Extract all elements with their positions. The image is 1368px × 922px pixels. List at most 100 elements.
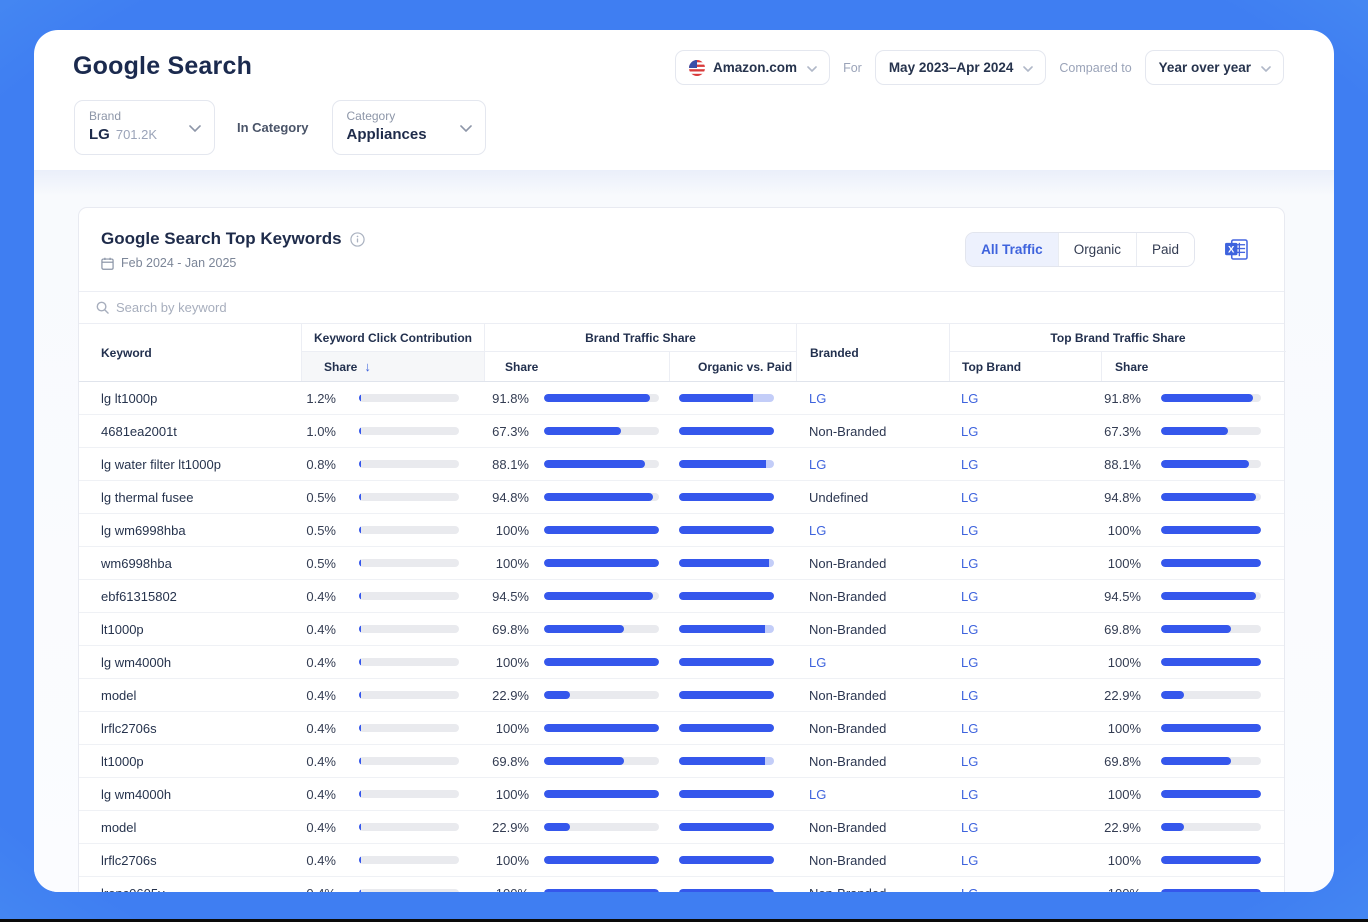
tab-all-traffic[interactable]: All Traffic	[966, 233, 1058, 266]
table-row[interactable]: lt1000p0.4%69.8%Non-BrandedLG69.8%	[79, 613, 1284, 646]
keyword-cell[interactable]: model	[79, 811, 301, 843]
column-header-branded[interactable]: Branded	[796, 324, 949, 381]
branded-value[interactable]: LG	[809, 787, 826, 802]
keyword-cell[interactable]: lg lt1000p	[79, 382, 301, 414]
top-brand-traffic-share-cell: 100%	[1101, 646, 1286, 678]
kcc-share-value: 0.4%	[301, 721, 336, 736]
table-row[interactable]: lg thermal fusee0.5%94.8%UndefinedLG94.8…	[79, 481, 1284, 514]
date-range-select[interactable]: May 2023–Apr 2024	[875, 50, 1047, 85]
top-brand-value[interactable]: LG	[961, 457, 978, 472]
table-row[interactable]: lronc0605v0.4%100%Non-BrandedLG100%	[79, 877, 1284, 892]
brand-select[interactable]: Brand LG 701.2K	[74, 100, 215, 155]
top-brand-traffic-share-cell: 94.5%	[1101, 580, 1286, 612]
brand-select-label: Brand	[89, 109, 202, 123]
comparison-value: Year over year	[1159, 60, 1251, 75]
keyword-cell[interactable]: lt1000p	[79, 745, 301, 777]
keyword-click-contribution-cell: 0.5%	[301, 481, 484, 513]
top-brand-value[interactable]: LG	[961, 787, 978, 802]
organic-vs-paid-cell	[669, 844, 796, 876]
top-brand-value[interactable]: LG	[961, 820, 978, 835]
keyword-click-contribution-cell: 0.5%	[301, 547, 484, 579]
tbts-share-value: 88.1%	[1101, 457, 1141, 472]
keyword-cell[interactable]: lt1000p	[79, 613, 301, 645]
column-header-organic-vs-paid[interactable]: Organic vs. Paid	[669, 352, 796, 381]
branded-value[interactable]: LG	[809, 457, 826, 472]
brand-traffic-share-cell: 100%	[484, 712, 669, 744]
keyword-cell[interactable]: lronc0605v	[79, 877, 301, 892]
top-brand-value[interactable]: LG	[961, 886, 978, 893]
keyword-cell[interactable]: lrflc2706s	[79, 844, 301, 876]
excel-export-icon[interactable]: X	[1225, 239, 1248, 260]
kcc-share-value: 0.4%	[301, 589, 336, 604]
brand-category-filters: Brand LG 701.2K In Category Category App…	[74, 100, 486, 155]
keyword-cell[interactable]: lg wm4000h	[79, 778, 301, 810]
table-row[interactable]: model0.4%22.9%Non-BrandedLG22.9%	[79, 811, 1284, 844]
for-label: For	[839, 61, 866, 75]
table-row[interactable]: lt1000p0.4%69.8%Non-BrandedLG69.8%	[79, 745, 1284, 778]
search-input[interactable]	[116, 300, 1262, 315]
branded-value[interactable]: LG	[809, 391, 826, 406]
branded-value: Non-Branded	[809, 688, 886, 703]
top-brand-value[interactable]: LG	[961, 754, 978, 769]
brand-traffic-share-cell: 100%	[484, 646, 669, 678]
table-row[interactable]: lg water filter lt1000p0.8%88.1%LGLG88.1…	[79, 448, 1284, 481]
tbts-share-value: 22.9%	[1101, 820, 1141, 835]
top-brand-value[interactable]: LG	[961, 490, 978, 505]
table-row[interactable]: lg wm6998hba0.5%100%LGLG100%	[79, 514, 1284, 547]
top-brand-value[interactable]: LG	[961, 589, 978, 604]
branded-cell: Non-Branded	[796, 712, 949, 744]
column-header-bts-share[interactable]: Share	[484, 352, 669, 381]
search-icon	[96, 301, 109, 314]
top-brand-value[interactable]: LG	[961, 556, 978, 571]
top-brand-value[interactable]: LG	[961, 622, 978, 637]
keyword-cell[interactable]: lg thermal fusee	[79, 481, 301, 513]
keyword-cell[interactable]: lg water filter lt1000p	[79, 448, 301, 480]
top-brand-value[interactable]: LG	[961, 523, 978, 538]
comparison-select[interactable]: Year over year	[1145, 50, 1284, 85]
table-row[interactable]: lg lt1000p1.2%91.8%LGLG91.8%	[79, 382, 1284, 415]
column-header-keyword[interactable]: Keyword	[79, 324, 301, 381]
table-row[interactable]: lrflc2706s0.4%100%Non-BrandedLG100%	[79, 844, 1284, 877]
table-row[interactable]: 4681ea2001t1.0%67.3%Non-BrandedLG67.3%	[79, 415, 1284, 448]
top-brand-traffic-share-cell: 100%	[1101, 844, 1286, 876]
sort-desc-icon[interactable]: ↓	[364, 359, 371, 374]
site-select[interactable]: Amazon.com	[675, 50, 830, 85]
table-row[interactable]: model0.4%22.9%Non-BrandedLG22.9%	[79, 679, 1284, 712]
keyword-cell[interactable]: lg wm4000h	[79, 646, 301, 678]
us-flag-icon	[689, 60, 705, 76]
category-select[interactable]: Category Appliances	[332, 100, 486, 155]
traffic-tabs: All TrafficOrganicPaid	[965, 232, 1195, 267]
tab-organic[interactable]: Organic	[1058, 233, 1136, 266]
tbts-share-bar	[1161, 526, 1261, 534]
column-header-tbts-share[interactable]: Share	[1101, 352, 1286, 381]
organic-vs-paid-bar	[679, 856, 774, 864]
keyword-cell[interactable]: 4681ea2001t	[79, 415, 301, 447]
column-header-kcc-share[interactable]: Share ↓	[301, 352, 484, 381]
top-brand-value[interactable]: LG	[961, 391, 978, 406]
info-icon[interactable]	[350, 232, 365, 247]
keyword-cell[interactable]: ebf61315802	[79, 580, 301, 612]
organic-vs-paid-cell	[669, 547, 796, 579]
branded-value[interactable]: LG	[809, 655, 826, 670]
bts-share-value: 100%	[484, 787, 529, 802]
column-header-top-brand[interactable]: Top Brand	[949, 352, 1101, 381]
table-row[interactable]: lg wm4000h0.4%100%LGLG100%	[79, 646, 1284, 679]
keyword-cell[interactable]: lrflc2706s	[79, 712, 301, 744]
table-row[interactable]: lg wm4000h0.4%100%LGLG100%	[79, 778, 1284, 811]
brand-traffic-share-cell: 88.1%	[484, 448, 669, 480]
top-brand-value[interactable]: LG	[961, 721, 978, 736]
top-brand-value[interactable]: LG	[961, 655, 978, 670]
table-row[interactable]: ebf613158020.4%94.5%Non-BrandedLG94.5%	[79, 580, 1284, 613]
table-row[interactable]: wm6998hba0.5%100%Non-BrandedLG100%	[79, 547, 1284, 580]
top-brand-value[interactable]: LG	[961, 424, 978, 439]
table-row[interactable]: lrflc2706s0.4%100%Non-BrandedLG100%	[79, 712, 1284, 745]
branded-value[interactable]: LG	[809, 523, 826, 538]
kcc-share-value: 0.4%	[301, 853, 336, 868]
keyword-cell[interactable]: wm6998hba	[79, 547, 301, 579]
top-brand-value[interactable]: LG	[961, 688, 978, 703]
keyword-cell[interactable]: lg wm6998hba	[79, 514, 301, 546]
tab-paid[interactable]: Paid	[1136, 233, 1194, 266]
top-brand-value[interactable]: LG	[961, 853, 978, 868]
keyword-cell[interactable]: model	[79, 679, 301, 711]
in-category-label: In Category	[215, 120, 332, 135]
